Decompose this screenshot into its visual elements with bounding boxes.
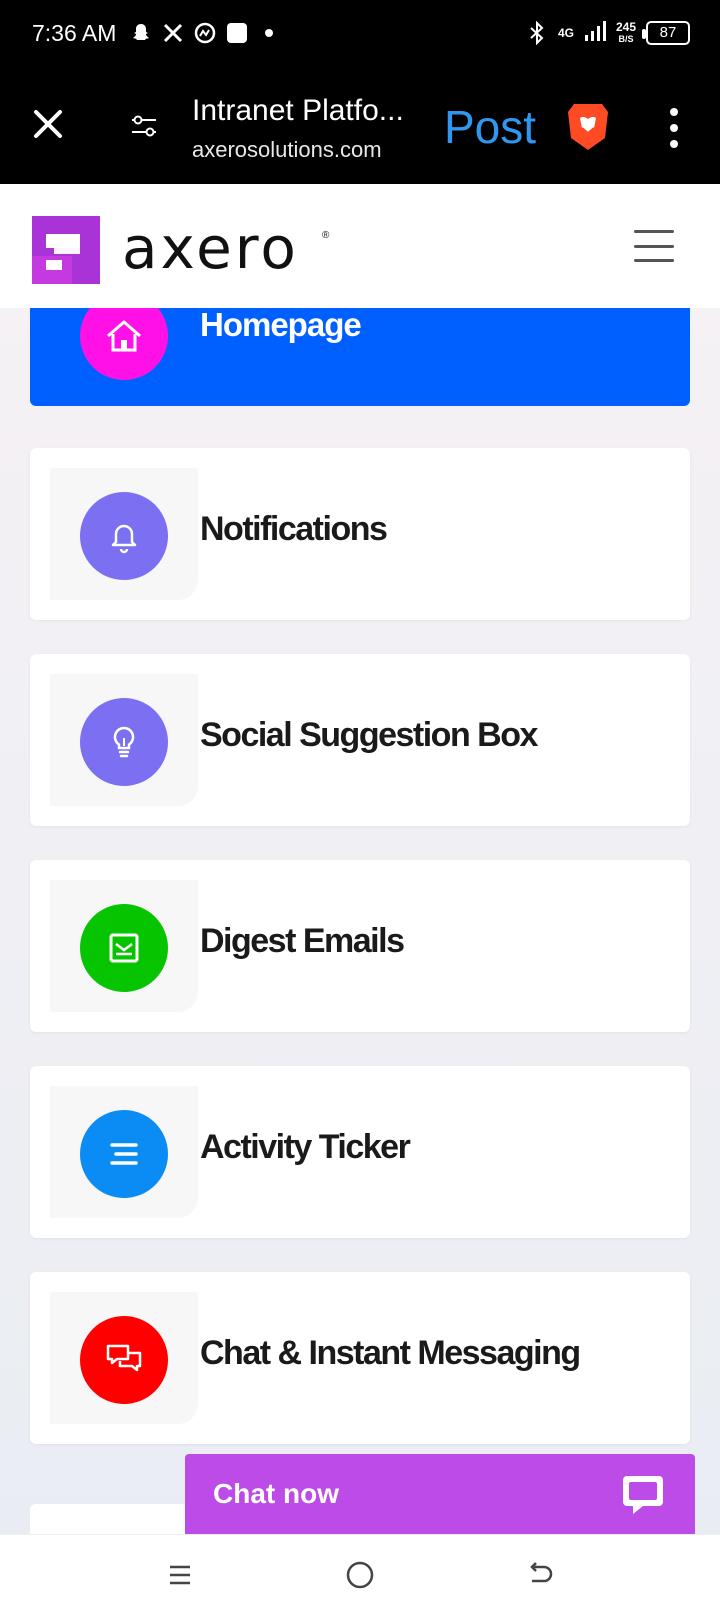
icon-box bbox=[50, 880, 198, 1012]
home-icon bbox=[80, 308, 168, 380]
status-bar: 7:36 AM 4G 245 B/S 87 bbox=[0, 0, 720, 72]
system-nav-bar bbox=[0, 1534, 720, 1612]
status-time: 7:36 AM bbox=[32, 20, 117, 46]
circle-icon bbox=[346, 1561, 374, 1589]
hamburger-line bbox=[634, 259, 674, 262]
feature-card-notifications[interactable]: Notifications bbox=[30, 448, 690, 620]
hamburger-line bbox=[634, 230, 674, 233]
icon-box bbox=[50, 1292, 198, 1424]
page-title[interactable]: Intranet Platfo... bbox=[192, 94, 422, 128]
home-button[interactable] bbox=[338, 1553, 382, 1597]
feature-list: Homepage Notifications Social Suggestion… bbox=[0, 308, 720, 1534]
signal-icon bbox=[584, 20, 606, 45]
feature-label: Digest Emails bbox=[200, 922, 405, 960]
dot bbox=[670, 108, 678, 116]
site-header: axero ® bbox=[0, 184, 720, 308]
feature-label: Chat & Instant Messaging bbox=[200, 1334, 581, 1372]
feature-card-social-suggestion-box[interactable]: Social Suggestion Box bbox=[30, 654, 690, 826]
lightbulb-icon bbox=[80, 698, 168, 786]
back-button[interactable] bbox=[518, 1553, 562, 1597]
icon-box bbox=[50, 468, 198, 600]
feature-label: Activity Ticker bbox=[200, 1128, 411, 1166]
snapchat-icon bbox=[130, 22, 152, 44]
bluetooth-icon bbox=[526, 20, 548, 45]
app-icon bbox=[194, 22, 216, 44]
square-app-icon bbox=[226, 22, 248, 44]
site-menu-button[interactable] bbox=[634, 230, 674, 262]
registered-mark: ® bbox=[322, 230, 330, 241]
chat-bubbles-icon bbox=[80, 1316, 168, 1404]
chat-now-label: Chat now bbox=[213, 1478, 339, 1509]
feature-card-activity-ticker[interactable]: Activity Ticker bbox=[30, 1066, 690, 1238]
homepage-card[interactable]: Homepage bbox=[30, 308, 690, 406]
chat-now-button[interactable]: Chat now bbox=[185, 1454, 695, 1536]
icon-box bbox=[50, 674, 198, 806]
network-label: 4G bbox=[557, 25, 574, 40]
axero-logo-icon[interactable] bbox=[32, 216, 100, 284]
post-button[interactable]: Post bbox=[444, 100, 536, 154]
dot bbox=[670, 124, 678, 132]
email-icon bbox=[80, 904, 168, 992]
battery-indicator: 87 bbox=[642, 20, 690, 45]
hamburger-line bbox=[634, 244, 674, 248]
system-icons: 4G 245 B/S 87 bbox=[526, 20, 690, 45]
homepage-label: Homepage bbox=[200, 308, 362, 343]
net-speed: 245 B/S bbox=[615, 19, 636, 44]
x-icon bbox=[162, 22, 184, 44]
dot bbox=[670, 140, 678, 148]
site-settings-button[interactable] bbox=[128, 110, 160, 142]
back-arrow-icon bbox=[530, 1562, 553, 1583]
feature-label: Social Suggestion Box bbox=[200, 716, 538, 754]
lines-icon bbox=[80, 1110, 168, 1198]
notification-icons bbox=[130, 22, 280, 44]
recents-button[interactable] bbox=[158, 1553, 202, 1597]
close-tab-button[interactable] bbox=[28, 104, 68, 144]
more-menu-button[interactable] bbox=[664, 108, 684, 148]
chat-icon bbox=[619, 1470, 667, 1518]
brave-lion-icon bbox=[568, 104, 608, 150]
dot-icon bbox=[258, 22, 280, 44]
browser-toolbar: Intranet Platfo... axerosolutions.com Po… bbox=[0, 72, 720, 184]
axero-logo-text[interactable]: axero bbox=[122, 214, 299, 282]
tune-icon bbox=[132, 115, 156, 137]
brave-shield-button[interactable] bbox=[564, 100, 612, 152]
feature-label: Notifications bbox=[200, 510, 388, 548]
feature-card-digest-emails[interactable]: Digest Emails bbox=[30, 860, 690, 1032]
page-url[interactable]: axerosolutions.com bbox=[192, 137, 382, 163]
icon-box bbox=[50, 1086, 198, 1218]
menu-lines-icon bbox=[170, 1565, 190, 1585]
close-icon bbox=[34, 110, 62, 138]
feature-card-chat-instant-messaging[interactable]: Chat & Instant Messaging bbox=[30, 1272, 690, 1444]
bell-icon bbox=[80, 492, 168, 580]
